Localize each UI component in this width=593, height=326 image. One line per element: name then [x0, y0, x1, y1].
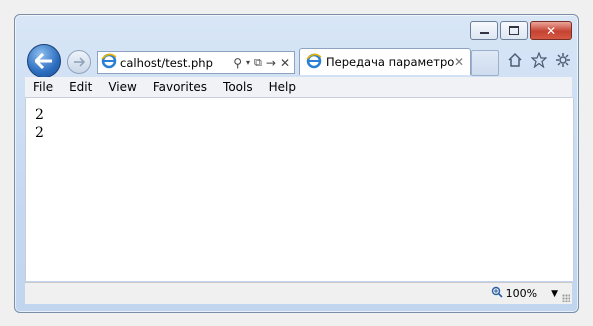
tab-active[interactable]: Передача параметро... ✕: [299, 48, 471, 75]
maximize-icon: [509, 26, 519, 35]
back-button[interactable]: [27, 44, 61, 78]
tab-close-icon[interactable]: ✕: [454, 55, 464, 69]
address-url[interactable]: calhost/test.php: [120, 56, 233, 70]
caption-buttons: ✕: [468, 21, 572, 40]
zoom-dropdown-icon[interactable]: ▼: [551, 289, 558, 299]
forward-arrow-icon: [74, 57, 85, 67]
minimize-icon: [479, 32, 489, 34]
go-icon[interactable]: →: [266, 56, 276, 70]
content-line: 2: [35, 125, 44, 141]
close-icon: ✕: [545, 23, 557, 38]
ie-logo-icon: [306, 53, 322, 72]
toolbar-icons: [506, 51, 572, 69]
forward-button[interactable]: [67, 50, 91, 74]
menu-item-edit[interactable]: Edit: [61, 80, 100, 94]
minimize-button[interactable]: [470, 21, 498, 40]
close-window-button[interactable]: ✕: [530, 21, 572, 40]
menu-bar: File Edit View Favorites Tools Help: [25, 77, 572, 98]
browser-window: ✕ calhost/test.php ⚲ ▾ ⧉ → ✕ Передача па…: [14, 14, 579, 313]
gear-icon[interactable]: [554, 51, 572, 69]
compatibility-icon[interactable]: ⧉: [254, 56, 262, 70]
home-icon[interactable]: [506, 51, 524, 69]
back-arrow-icon: [35, 53, 52, 69]
new-tab-button[interactable]: [471, 50, 499, 76]
menu-item-file[interactable]: File: [25, 80, 61, 94]
ie-logo-icon: [101, 53, 117, 72]
favorites-star-icon[interactable]: [530, 51, 548, 69]
menu-item-help[interactable]: Help: [261, 80, 304, 94]
stop-icon[interactable]: ✕: [280, 56, 290, 70]
zoom-icon: [491, 286, 503, 301]
menu-item-tools[interactable]: Tools: [215, 80, 261, 94]
maximize-button[interactable]: [500, 21, 528, 40]
menu-item-favorites[interactable]: Favorites: [145, 80, 215, 94]
page-content: 2 2: [25, 98, 574, 281]
content-line: 2: [35, 107, 44, 123]
zoom-control[interactable]: 100%: [491, 286, 537, 301]
dropdown-icon[interactable]: ▾: [246, 58, 250, 67]
status-bar: 100% ▼: [25, 282, 572, 304]
resize-grip[interactable]: [562, 294, 570, 302]
tab-title: Передача параметро...: [326, 55, 454, 69]
address-bar[interactable]: calhost/test.php ⚲ ▾ ⧉ → ✕: [97, 51, 295, 74]
menu-item-view[interactable]: View: [100, 80, 144, 94]
zoom-level: 100%: [505, 287, 538, 300]
search-icon[interactable]: ⚲: [233, 56, 242, 70]
